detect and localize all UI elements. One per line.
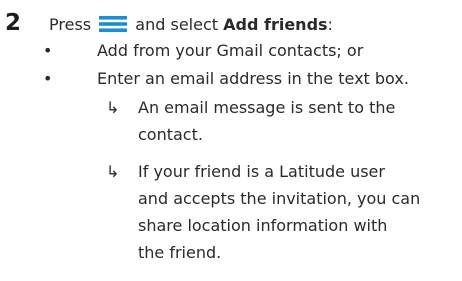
option-text: Add from your Gmail contacts; or — [97, 41, 364, 60]
bullet-dot: • — [43, 69, 53, 88]
result-line: An email message is sent to the — [138, 98, 396, 117]
step-instruction: Press and select Add friends: — [49, 14, 333, 36]
result-line: contact. — [138, 125, 203, 144]
result-line: share location information with — [138, 216, 388, 235]
menu-icon-bar-middle — [99, 22, 128, 26]
option-text: Enter an email address in the text box. — [97, 69, 409, 88]
menu-icon-bar-bottom — [99, 28, 128, 32]
instruction-colon: : — [327, 15, 333, 34]
result-line: If your friend is a Latitude user — [138, 162, 385, 181]
result-line: the friend. — [138, 243, 222, 262]
menu-icon — [99, 16, 128, 32]
and-select-label: and select — [135, 15, 219, 34]
menu-icon-bar-top — [99, 16, 128, 20]
press-label: Press — [49, 15, 92, 34]
arrow-icon: ↳ — [106, 162, 120, 181]
add-friends-label: Add friends — [223, 15, 328, 34]
step-number: 2 — [5, 10, 22, 36]
arrow-icon: ↳ — [106, 98, 120, 117]
bullet-dot: • — [43, 41, 53, 60]
result-item: ↳ If your friend is a Latitude user and … — [106, 158, 420, 266]
result-item: ↳ An email message is sent to the contac… — [106, 94, 395, 148]
result-line: and accepts the invitation, you can — [138, 189, 421, 208]
